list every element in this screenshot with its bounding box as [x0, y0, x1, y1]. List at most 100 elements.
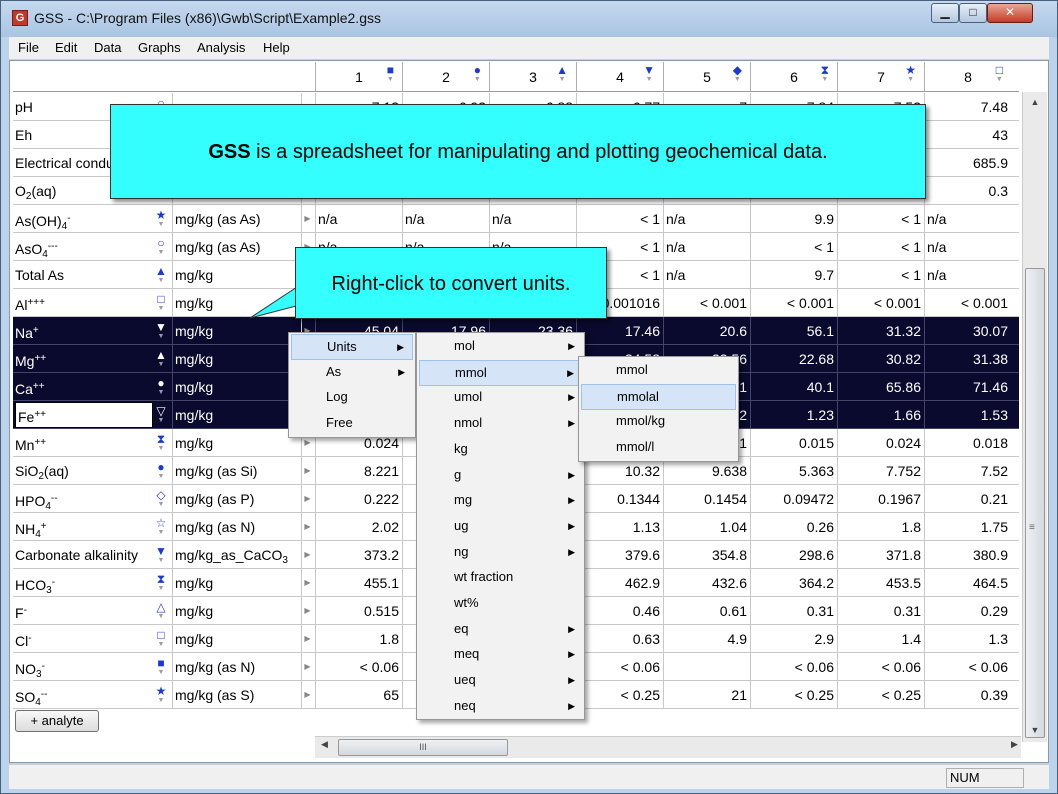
analyte-symbol-icon[interactable]: ▽ ▼ — [154, 405, 168, 425]
data-cell[interactable]: < 0.25 — [837, 681, 924, 709]
data-cell[interactable]: 373.2 — [315, 541, 402, 569]
menu-item-mol[interactable]: mol ▶ — [419, 334, 583, 360]
scroll-down-icon[interactable]: ▼ — [1023, 720, 1047, 740]
dropdown-icon[interactable]: ▼ — [821, 76, 829, 84]
unit-arrow-icon[interactable]: ▶ — [301, 653, 313, 681]
analyte-symbol-icon[interactable]: ★ ▼ — [154, 209, 168, 229]
gss-app-icon[interactable]: G — [12, 10, 28, 26]
menu-item-g[interactable]: g ▶ — [419, 463, 583, 489]
minimize-button[interactable]: ▁ — [931, 3, 959, 23]
data-cell[interactable]: 9.7 — [750, 261, 837, 289]
dropdown-icon[interactable]: ▼ — [154, 529, 168, 537]
add-analyte-button[interactable]: + analyte — [15, 710, 99, 732]
analyte-symbol-icon[interactable]: △ ▼ — [154, 601, 168, 621]
close-button[interactable]: ✕ — [987, 3, 1033, 23]
data-cell[interactable]: < 1 — [576, 205, 663, 233]
data-cell[interactable]: 2.02 — [315, 513, 402, 541]
dropdown-icon[interactable]: ▼ — [154, 417, 168, 425]
column-header-2[interactable]: 2 ● ▼ — [402, 62, 489, 92]
data-cell[interactable]: n/a — [315, 205, 402, 233]
horizontal-scrollbar[interactable]: ◀ III ▶ — [315, 736, 1021, 758]
dropdown-icon[interactable]: ▼ — [556, 76, 568, 84]
data-cell[interactable]: 65 — [315, 681, 402, 709]
analyte-symbol-icon[interactable]: ▲ ▼ — [154, 349, 168, 369]
unit-cell[interactable]: mg/kg — [172, 569, 301, 597]
data-cell[interactable]: < 0.25 — [576, 681, 663, 709]
data-cell[interactable]: 1.8 — [837, 513, 924, 541]
data-cell[interactable]: 464.5 — [924, 569, 1011, 597]
unit-arrow-icon[interactable]: ▶ — [301, 457, 313, 485]
horizontal-scroll-thumb[interactable]: III — [338, 739, 508, 756]
dropdown-icon[interactable]: ▼ — [154, 389, 168, 397]
menu-analysis[interactable]: Analysis — [197, 40, 245, 55]
menu-item-as[interactable]: As ▶ — [291, 360, 413, 386]
column-symbol-icon[interactable]: ⧗ ▼ — [821, 64, 829, 84]
data-cell[interactable]: 1.23 — [750, 401, 837, 429]
data-cell[interactable]: n/a — [489, 205, 576, 233]
analyte-name[interactable]: HPO4-- — [15, 485, 170, 513]
data-cell[interactable]: 0.31 — [750, 597, 837, 625]
dropdown-icon[interactable]: ▼ — [154, 473, 168, 481]
menu-item-mmol-l[interactable]: mmol/l — [581, 435, 736, 461]
dropdown-icon[interactable]: ▼ — [154, 501, 168, 509]
menu-item-ug[interactable]: ug ▶ — [419, 514, 583, 540]
unit-cell[interactable]: mg/kg (as N) — [172, 653, 301, 681]
dropdown-icon[interactable]: ▼ — [154, 249, 168, 257]
data-cell[interactable]: 364.2 — [750, 569, 837, 597]
dropdown-icon[interactable]: ▼ — [154, 613, 168, 621]
menu-item-neq[interactable]: neq ▶ — [419, 694, 583, 720]
data-cell[interactable]: 685.9 — [924, 149, 1011, 177]
data-cell[interactable]: 30.82 — [837, 345, 924, 373]
menu-item-kg[interactable]: kg — [419, 437, 583, 463]
analyte-name[interactable]: Cl- — [15, 625, 170, 653]
data-cell[interactable]: 462.9 — [576, 569, 663, 597]
menu-item-eq[interactable]: eq ▶ — [419, 617, 583, 643]
table-row[interactable]: As(OH)4- ★ ▼ mg/kg (as As) ▶ n/a n/a n/a < 1 n/a 9… — [13, 205, 1019, 233]
unit-cell[interactable]: mg/kg (as Si) — [172, 457, 301, 485]
analyte-name[interactable]: Na+ — [15, 317, 170, 345]
column-symbol-icon[interactable]: ★ ▼ — [905, 64, 916, 84]
analyte-name[interactable]: Ca++ — [15, 373, 170, 401]
data-cell[interactable]: n/a — [402, 205, 489, 233]
menu-item-units[interactable]: Units ▶ — [291, 334, 413, 360]
data-cell[interactable]: 21 — [663, 681, 750, 709]
unit-cell[interactable]: mg/kg — [172, 401, 301, 429]
data-cell[interactable]: 43 — [924, 121, 1011, 149]
data-cell[interactable]: 0.1454 — [663, 485, 750, 513]
data-cell[interactable]: 354.8 — [663, 541, 750, 569]
analyte-symbol-icon[interactable]: ■ ▼ — [154, 657, 168, 677]
data-cell[interactable]: n/a — [663, 233, 750, 261]
unit-cell[interactable]: mg/kg — [172, 289, 301, 317]
analyte-name[interactable]: Carbonate alkalinity — [15, 541, 170, 569]
data-cell[interactable]: 7.52 — [924, 457, 1011, 485]
data-cell[interactable]: 31.32 — [837, 317, 924, 345]
analyte-name[interactable]: Fe++ — [15, 402, 153, 428]
analyte-symbol-icon[interactable]: ⧗ ▼ — [154, 433, 168, 453]
data-cell[interactable]: 0.61 — [663, 597, 750, 625]
data-cell[interactable]: < 1 — [837, 233, 924, 261]
column-header-3[interactable]: 3 ▲ ▼ — [489, 62, 576, 92]
analyte-symbol-icon[interactable]: ⧗ ▼ — [154, 573, 168, 593]
data-cell[interactable]: 1.04 — [663, 513, 750, 541]
data-cell[interactable]: 31.38 — [924, 345, 1011, 373]
analyte-symbol-icon[interactable]: ★ ▼ — [154, 685, 168, 705]
data-cell[interactable]: n/a — [663, 261, 750, 289]
dropdown-icon[interactable]: ▼ — [154, 361, 168, 369]
column-symbol-icon[interactable]: ● ▼ — [474, 64, 481, 84]
analyte-name[interactable]: Mg++ — [15, 345, 170, 373]
menu-item-umol[interactable]: umol ▶ — [419, 385, 583, 411]
dropdown-icon[interactable]: ▼ — [387, 76, 394, 84]
data-cell[interactable]: 0.222 — [315, 485, 402, 513]
data-cell[interactable]: 17.46 — [576, 317, 663, 345]
dropdown-icon[interactable]: ▼ — [733, 76, 742, 84]
data-cell[interactable]: < 0.25 — [750, 681, 837, 709]
unit-cell[interactable]: mg/kg — [172, 345, 301, 373]
column-symbol-icon[interactable]: ■ ▼ — [387, 64, 394, 84]
data-cell[interactable] — [663, 653, 750, 681]
menu-item-meq[interactable]: meq ▶ — [419, 642, 583, 668]
analyte-name[interactable]: Mn++ — [15, 429, 170, 457]
data-cell[interactable]: < 0.001 — [837, 289, 924, 317]
unit-cell[interactable]: mg/kg — [172, 625, 301, 653]
menu-data[interactable]: Data — [94, 40, 121, 55]
dropdown-icon[interactable]: ▼ — [154, 333, 168, 341]
